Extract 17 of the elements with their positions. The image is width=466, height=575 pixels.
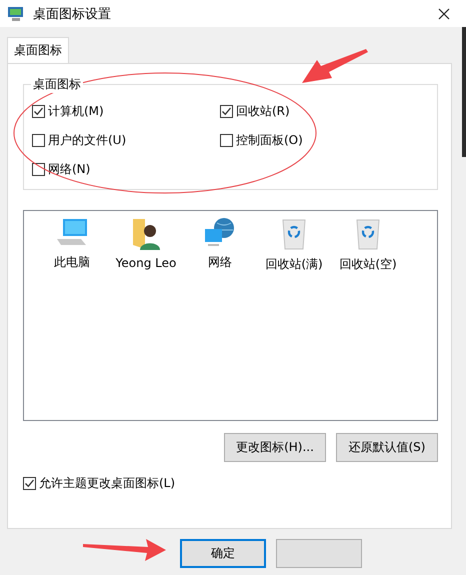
- checkbox-label[interactable]: 允许主题更改桌面图标(L): [39, 475, 176, 492]
- icon-label[interactable]: Yeong Leo: [116, 256, 176, 270]
- ok-button[interactable]: 确定: [180, 539, 266, 568]
- checkbox-label[interactable]: 网络(N): [48, 161, 90, 178]
- checkbox-label[interactable]: 回收站(R): [236, 103, 290, 120]
- icon-label[interactable]: 回收站(满): [265, 256, 323, 273]
- dialog-button[interactable]: 更改图标(H)...: [224, 433, 326, 462]
- icon-label[interactable]: 网络: [208, 254, 232, 271]
- group-title: 桌面图标: [31, 76, 83, 93]
- checkbox-label[interactable]: 计算机(M): [48, 103, 104, 120]
- dialog-button[interactable]: 还原默认值(S): [336, 433, 438, 462]
- icon-label[interactable]: 回收站(空): [339, 256, 397, 273]
- window-title: 桌面图标设置: [33, 6, 112, 22]
- checkbox-label[interactable]: 用户的文件(U): [48, 132, 126, 149]
- tab[interactable]: 桌面图标: [7, 37, 69, 63]
- icon-label[interactable]: 此电脑: [54, 254, 90, 271]
- checkbox-label[interactable]: 控制面板(O): [236, 132, 303, 149]
